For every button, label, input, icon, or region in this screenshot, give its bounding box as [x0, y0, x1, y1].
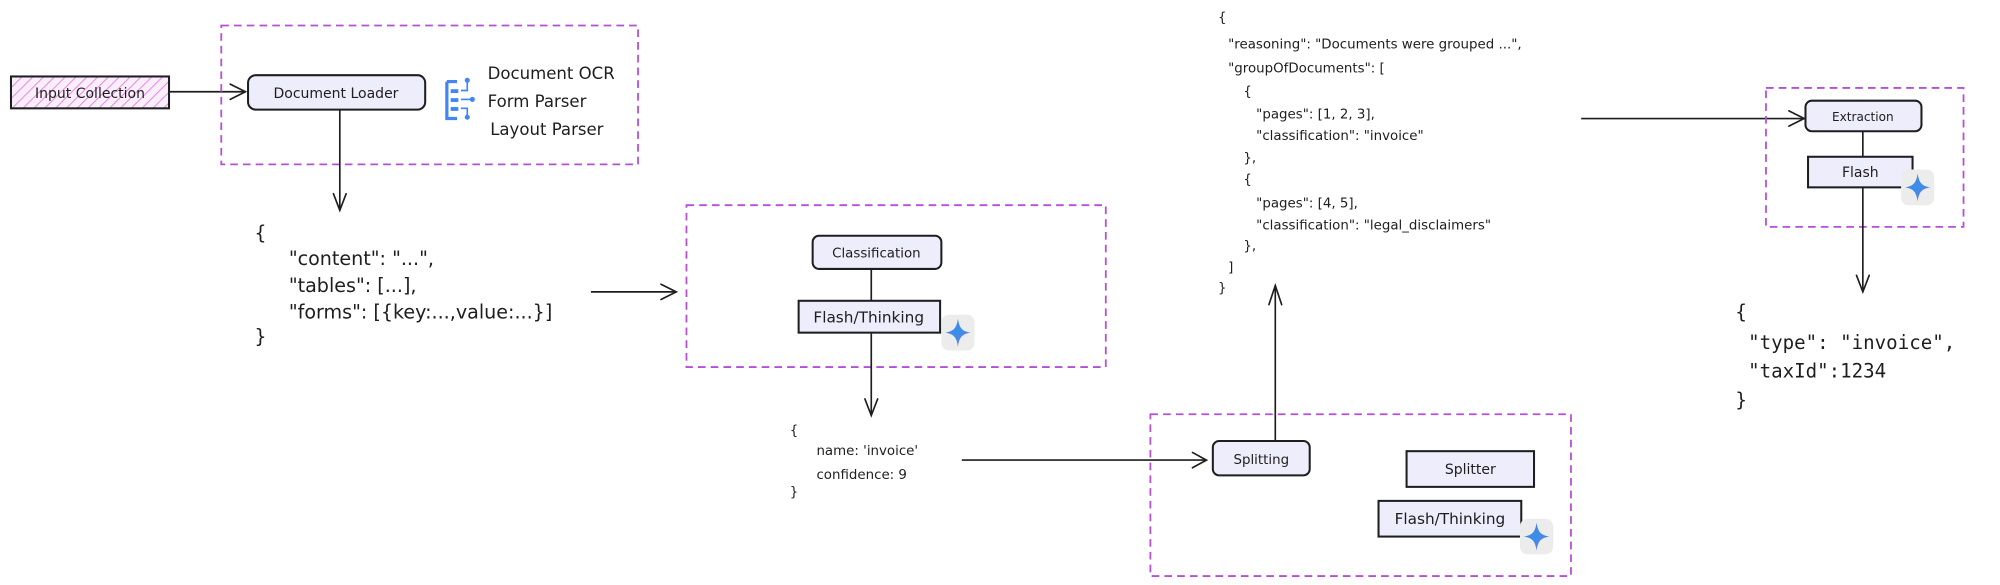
- gemini-sparkle-icon: [941, 314, 975, 351]
- svg-text:"reasoning": "Documents were g: "reasoning": "Documents were grouped ...…: [1228, 37, 1522, 52]
- classification-output-json: { name: 'invoice' confidence: 9 }: [790, 424, 918, 500]
- splitter-label: Splitter: [1445, 462, 1496, 478]
- gemini-sparkle-icon: [1520, 518, 1554, 555]
- document-loader-node[interactable]: Document Loader: [247, 74, 427, 111]
- classification-model-label: Flash/Thinking: [813, 308, 924, 326]
- gemini-sparkle-icon: [1901, 169, 1935, 206]
- classification-label: Classification: [832, 246, 921, 261]
- svg-text:}: }: [254, 325, 266, 348]
- document-loader-label: Document Loader: [274, 86, 399, 102]
- extraction-output-json: { "type": "invoice", "taxId":1234 }: [1735, 301, 1955, 412]
- svg-text:{: {: [1735, 301, 1747, 324]
- document-ai-icon: [445, 77, 475, 121]
- input-collection-node[interactable]: Input Collection: [9, 75, 171, 110]
- splitting-node[interactable]: Splitting: [1211, 439, 1311, 477]
- svg-text:confidence: 9: confidence: 9: [816, 468, 906, 483]
- processor-document-ocr: Document OCR: [488, 64, 616, 83]
- splitting-output-json: { "reasoning": "Documents were grouped .…: [1218, 11, 1522, 296]
- classification-node[interactable]: Classification: [811, 234, 943, 270]
- arrow-loader-down: [332, 109, 348, 213]
- svg-text:{: {: [1243, 85, 1252, 100]
- svg-text:"pages": [1, 2, 3],: "pages": [1, 2, 3],: [1256, 108, 1375, 123]
- svg-text:}: }: [1735, 389, 1747, 412]
- svg-text:}: }: [790, 485, 799, 500]
- input-collection-label: Input Collection: [35, 86, 145, 102]
- extraction-label: Extraction: [1832, 110, 1894, 124]
- svg-text:},: },: [1243, 151, 1256, 166]
- arrow-extraction-down: [1855, 187, 1871, 295]
- svg-text:"type": "invoice",: "type": "invoice",: [1748, 331, 1955, 354]
- extraction-model-node[interactable]: Flash: [1807, 155, 1914, 189]
- svg-text:{: {: [790, 424, 799, 439]
- arrow-to-classification: [590, 283, 679, 301]
- svg-text:"groupOfDocuments": [: "groupOfDocuments": [: [1228, 62, 1385, 77]
- svg-text:"classification": "invoice": "classification": "invoice": [1256, 129, 1423, 144]
- arrow-input-to-loader: [169, 83, 248, 101]
- arrow-to-extraction: [1581, 110, 1807, 128]
- arrow-classification-down: [864, 332, 879, 418]
- extraction-node[interactable]: Extraction: [1804, 99, 1923, 133]
- svg-text:"classification": "legal_discl: "classification": "legal_disclaimers": [1256, 218, 1491, 233]
- svg-text:]: ]: [1228, 260, 1233, 275]
- processor-form-parser: Form Parser: [488, 92, 587, 111]
- svg-text:"tables": [...],: "tables": [...],: [289, 274, 417, 297]
- pipeline-diagram: Input Collection Document Loader Documen…: [9, 11, 1965, 577]
- arrow-splitting-up: [1268, 282, 1283, 441]
- classification-group: [685, 204, 1107, 368]
- splitting-model-label: Flash/Thinking: [1395, 510, 1506, 528]
- svg-text:"content": "...",: "content": "...",: [289, 247, 434, 270]
- splitting-model-node[interactable]: Flash/Thinking: [1377, 499, 1523, 538]
- svg-text:}: }: [1218, 281, 1227, 296]
- splitting-label: Splitting: [1233, 453, 1289, 468]
- arrow-to-splitting: [961, 451, 1209, 469]
- splitting-group: [1149, 413, 1572, 577]
- svg-text:"forms": [{key:...,value:...}]: "forms": [{key:...,value:...}]: [289, 301, 552, 324]
- svg-text:"pages": [4, 5],: "pages": [4, 5],: [1256, 197, 1358, 212]
- classification-model-node[interactable]: Flash/Thinking: [797, 299, 942, 334]
- loader-output-json: { "content": "...", "tables": [...], "fo…: [254, 222, 552, 348]
- svg-text:{: {: [254, 222, 266, 245]
- svg-text:name: 'invoice': name: 'invoice': [816, 444, 918, 459]
- svg-text:},: },: [1243, 239, 1256, 254]
- processor-layout-parser: Layout Parser: [490, 120, 603, 139]
- extraction-model-label: Flash: [1842, 165, 1879, 181]
- svg-text:{: {: [1243, 173, 1252, 188]
- svg-text:{: {: [1218, 11, 1227, 26]
- splitter-tool-node[interactable]: Splitter: [1405, 450, 1536, 488]
- svg-text:"taxId":1234: "taxId":1234: [1748, 359, 1886, 382]
